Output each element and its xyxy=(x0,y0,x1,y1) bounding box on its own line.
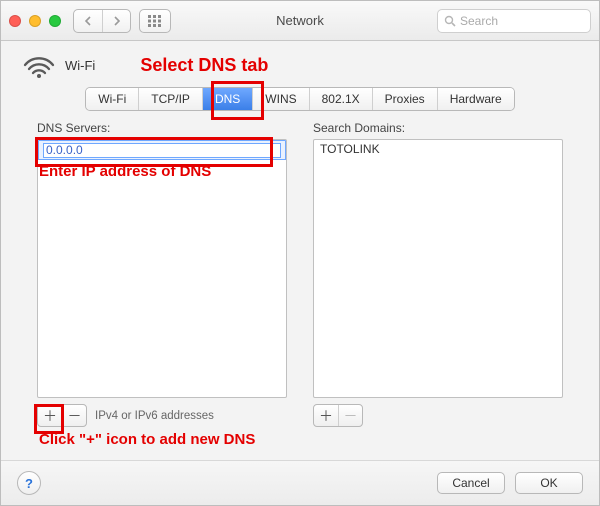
zoom-window-icon[interactable] xyxy=(49,15,61,27)
grid-icon xyxy=(148,15,162,27)
tab-hardware[interactable]: Hardware xyxy=(437,88,514,110)
dns-hint: IPv4 or IPv6 addresses xyxy=(95,410,214,422)
dns-remove-button[interactable]: － xyxy=(62,405,86,426)
wifi-icon xyxy=(21,51,57,79)
search-input[interactable]: Search xyxy=(437,9,591,33)
back-button[interactable] xyxy=(74,10,102,32)
dns-add-button[interactable]: ＋ xyxy=(38,405,62,426)
search-domain-add-button[interactable]: ＋ xyxy=(314,405,338,426)
dns-server-input[interactable] xyxy=(43,143,281,158)
tab-proxies[interactable]: Proxies xyxy=(372,88,437,110)
nav-back-forward xyxy=(73,9,131,33)
ok-button[interactable]: OK xyxy=(515,472,583,494)
chevron-right-icon xyxy=(112,16,121,26)
connection-name: Wi-Fi xyxy=(65,58,95,73)
dns-servers-label: DNS Servers: xyxy=(37,121,287,135)
forward-button[interactable] xyxy=(102,10,130,32)
close-window-icon[interactable] xyxy=(9,15,21,27)
search-placeholder: Search xyxy=(460,14,498,28)
dns-plus-minus-group: ＋ － xyxy=(37,404,87,427)
tab-bar: Wi-Fi TCP/IP DNS WINS 802.1X Proxies Har… xyxy=(85,87,514,111)
search-domains-column: Search Domains: TOTOLINK ＋ － xyxy=(313,121,563,427)
show-all-button[interactable] xyxy=(139,9,171,33)
tab-wifi[interactable]: Wi-Fi xyxy=(86,88,138,110)
connection-header: Wi-Fi Select DNS tab xyxy=(21,51,579,79)
help-button[interactable]: ? xyxy=(17,471,41,495)
chevron-left-icon xyxy=(84,16,93,26)
annotation-enter-ip: Enter IP address of DNS xyxy=(39,163,211,180)
network-preferences-window: Network Search Wi-Fi Select DNS tab Wi-F… xyxy=(0,0,600,506)
dns-server-row-editing[interactable] xyxy=(38,140,286,160)
tab-8021x[interactable]: 802.1X xyxy=(309,88,372,110)
tab-tcpip[interactable]: TCP/IP xyxy=(138,88,202,110)
search-domain-row[interactable]: TOTOLINK xyxy=(314,140,562,158)
search-domain-remove-button[interactable]: － xyxy=(338,405,362,426)
dns-add-remove-bar: ＋ － IPv4 or IPv6 addresses xyxy=(37,404,287,427)
search-domains-add-remove-bar: ＋ － xyxy=(313,404,563,427)
footer: ? Cancel OK xyxy=(1,460,599,505)
search-icon xyxy=(444,15,456,27)
search-domains-list[interactable]: TOTOLINK xyxy=(313,139,563,398)
minimize-window-icon[interactable] xyxy=(29,15,41,27)
annotation-select-dns: Select DNS tab xyxy=(140,55,268,76)
search-domains-plus-minus-group: ＋ － xyxy=(313,404,363,427)
tab-bar-container: Wi-Fi TCP/IP DNS WINS 802.1X Proxies Har… xyxy=(1,87,599,111)
search-domains-label: Search Domains: xyxy=(313,121,563,135)
annotation-click-plus: Click "+" icon to add new DNS xyxy=(39,431,255,448)
cancel-button[interactable]: Cancel xyxy=(437,472,505,494)
traffic-lights xyxy=(9,15,61,27)
titlebar: Network Search xyxy=(1,1,599,41)
tab-wins[interactable]: WINS xyxy=(252,88,308,110)
tab-dns[interactable]: DNS xyxy=(202,88,252,110)
